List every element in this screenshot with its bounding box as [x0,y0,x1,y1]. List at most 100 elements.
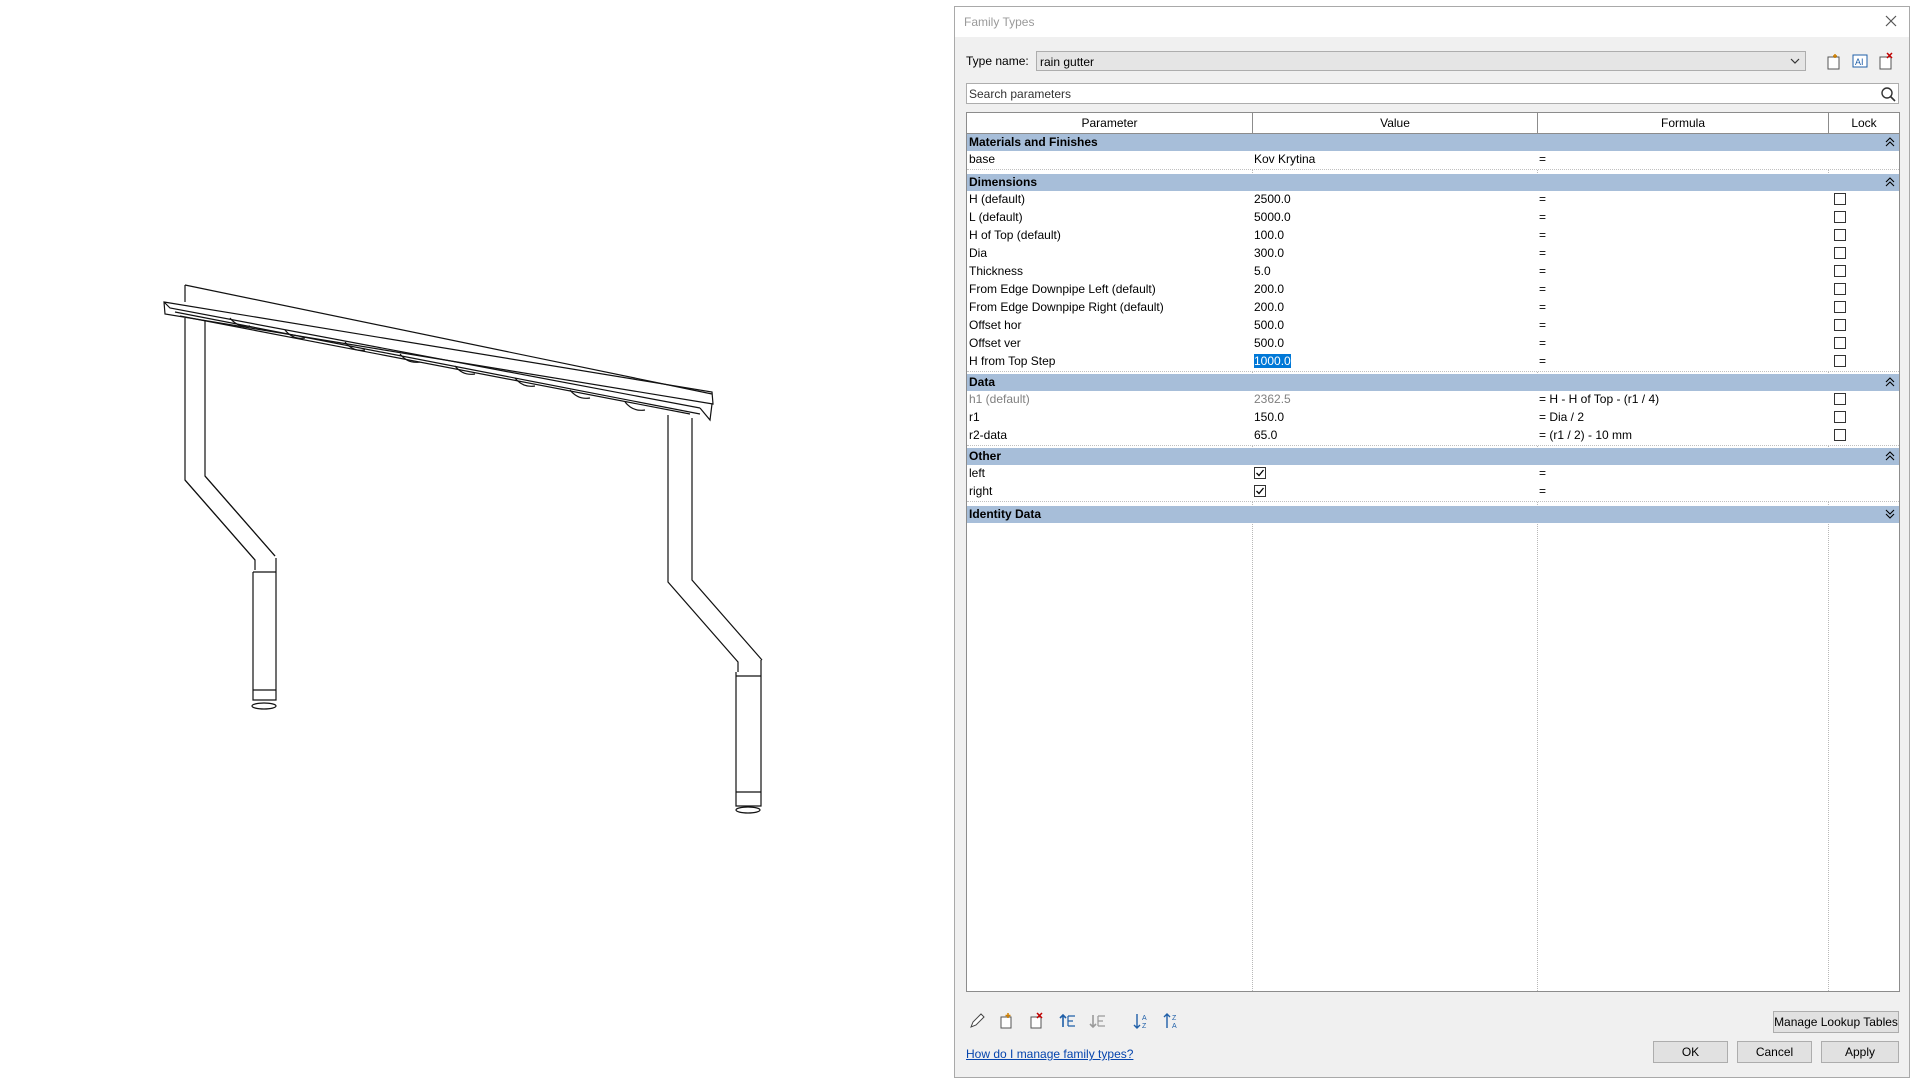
selected-value-text[interactable]: 1000.0 [1254,354,1291,368]
param-formula[interactable]: = [1539,317,1824,334]
lock-checkbox[interactable] [1834,211,1846,223]
group-materials-and-finishes[interactable]: Materials and Finishes [967,134,1899,151]
param-formula[interactable]: = [1539,281,1824,298]
sort-descending-icon[interactable]: Z A [1162,1011,1182,1031]
param-value[interactable]: 200.0 [1254,281,1534,298]
lock-checkbox[interactable] [1834,393,1846,405]
collapse-icon[interactable] [1885,137,1895,147]
lock-checkbox[interactable] [1834,355,1846,367]
param-value[interactable]: 150.0 [1254,409,1534,426]
table-row[interactable]: From Edge Downpipe Left (default) 200.0 … [967,281,1899,300]
manage-lookup-tables-button[interactable]: Manage Lookup Tables [1773,1011,1899,1033]
lock-checkbox[interactable] [1834,337,1846,349]
group-identity-data[interactable]: Identity Data [967,506,1899,523]
param-formula[interactable]: = (r1 / 2) - 10 mm [1539,427,1824,444]
move-down-icon[interactable] [1088,1011,1108,1031]
move-up-icon[interactable] [1058,1011,1078,1031]
table-row[interactable]: H from Top Step 1000.0 = [967,353,1899,372]
table-row[interactable]: h1 (default) 2362.5 = H - H of Top - (r1… [967,391,1899,410]
table-row[interactable]: H of Top (default) 100.0 = [967,227,1899,246]
param-formula[interactable]: = [1539,483,1824,500]
param-formula[interactable]: = H - H of Top - (r1 / 4) [1539,391,1824,408]
table-row[interactable]: From Edge Downpipe Right (default) 200.0… [967,299,1899,318]
param-formula[interactable]: = [1539,209,1824,226]
table-row[interactable]: L (default) 5000.0 = [967,209,1899,228]
sort-ascending-icon[interactable]: A Z [1132,1011,1152,1031]
group-title: Other [969,449,1002,463]
family-types-dialog: Family Types Type name: rain gutter AI S… [954,6,1910,1078]
new-parameter-icon[interactable] [997,1011,1017,1031]
ok-button[interactable]: OK [1653,1041,1728,1063]
param-value-selected[interactable]: 1000.0 [1254,353,1534,370]
param-value[interactable]: 300.0 [1254,245,1534,262]
col-header-lock[interactable]: Lock [1829,113,1899,133]
param-formula[interactable]: = [1539,227,1824,244]
col-header-formula[interactable]: Formula [1538,113,1829,133]
param-value[interactable]: 500.0 [1254,317,1534,334]
table-row[interactable]: r2-data 65.0 = (r1 / 2) - 10 mm [967,427,1899,446]
group-dimensions[interactable]: Dimensions [967,174,1899,191]
cancel-button[interactable]: Cancel [1737,1041,1812,1063]
param-value[interactable]: 500.0 [1254,335,1534,352]
collapse-icon[interactable] [1885,451,1895,461]
param-value[interactable]: 100.0 [1254,227,1534,244]
lock-checkbox[interactable] [1834,411,1846,423]
search-icon[interactable] [1879,85,1897,103]
lock-checkbox[interactable] [1834,301,1846,313]
apply-button[interactable]: Apply [1821,1041,1899,1063]
lock-checkbox[interactable] [1834,283,1846,295]
lock-checkbox[interactable] [1834,429,1846,441]
group-other[interactable]: Other [967,448,1899,465]
type-name-dropdown[interactable]: rain gutter [1036,51,1806,71]
rename-type-icon[interactable]: AI [1849,50,1871,72]
col-header-value[interactable]: Value [1253,113,1538,133]
lock-checkbox[interactable] [1834,193,1846,205]
param-name: Offset ver [969,336,1021,350]
param-formula[interactable]: = Dia / 2 [1539,409,1824,426]
new-type-icon[interactable] [1823,50,1845,72]
param-formula[interactable]: = [1539,465,1824,482]
param-formula[interactable]: = [1539,299,1824,316]
group-data[interactable]: Data [967,374,1899,391]
search-parameters-input[interactable]: Search parameters [966,83,1899,104]
table-row[interactable]: right = [967,483,1899,502]
help-link[interactable]: How do I manage family types? [966,1047,1133,1061]
table-row[interactable]: H (default) 2500.0 = [967,191,1899,210]
lock-checkbox[interactable] [1834,229,1846,241]
delete-parameter-icon[interactable] [1027,1011,1047,1031]
param-name: H from Top Step [969,354,1056,368]
col-header-parameter[interactable]: Parameter [967,113,1253,133]
edit-parameter-icon[interactable] [967,1011,987,1031]
lock-checkbox[interactable] [1834,265,1846,277]
lock-checkbox[interactable] [1834,247,1846,259]
table-row[interactable]: Offset hor 500.0 = [967,317,1899,336]
lock-checkbox[interactable] [1834,319,1846,331]
delete-type-icon[interactable] [1875,50,1897,72]
param-value[interactable]: 5.0 [1254,263,1534,280]
param-formula[interactable]: = [1539,353,1824,370]
collapse-icon[interactable] [1885,177,1895,187]
expand-icon[interactable] [1885,509,1895,519]
table-row[interactable]: r1 150.0 = Dia / 2 [967,409,1899,428]
param-value[interactable]: 2500.0 [1254,191,1534,208]
param-value[interactable]: 5000.0 [1254,209,1534,226]
param-value[interactable]: 200.0 [1254,299,1534,316]
value-checkbox-checked[interactable] [1254,467,1266,479]
collapse-icon[interactable] [1885,377,1895,387]
value-checkbox-checked[interactable] [1254,485,1266,497]
3d-viewport[interactable] [0,0,955,1080]
param-formula[interactable]: = [1539,151,1824,168]
param-formula[interactable]: = [1539,263,1824,280]
table-row[interactable]: left = [967,465,1899,484]
param-value[interactable]: 65.0 [1254,427,1534,444]
param-value[interactable]: Kov Krytina [1254,151,1534,168]
table-row[interactable]: Thickness 5.0 = [967,263,1899,282]
table-row[interactable]: base Kov Krytina = [967,151,1899,170]
param-formula[interactable]: = [1539,191,1824,208]
param-formula[interactable]: = [1539,245,1824,262]
param-name: h1 (default) [969,392,1030,406]
table-row[interactable]: Dia 300.0 = [967,245,1899,264]
param-formula[interactable]: = [1539,335,1824,352]
table-row[interactable]: Offset ver 500.0 = [967,335,1899,354]
close-icon[interactable] [1881,11,1901,31]
